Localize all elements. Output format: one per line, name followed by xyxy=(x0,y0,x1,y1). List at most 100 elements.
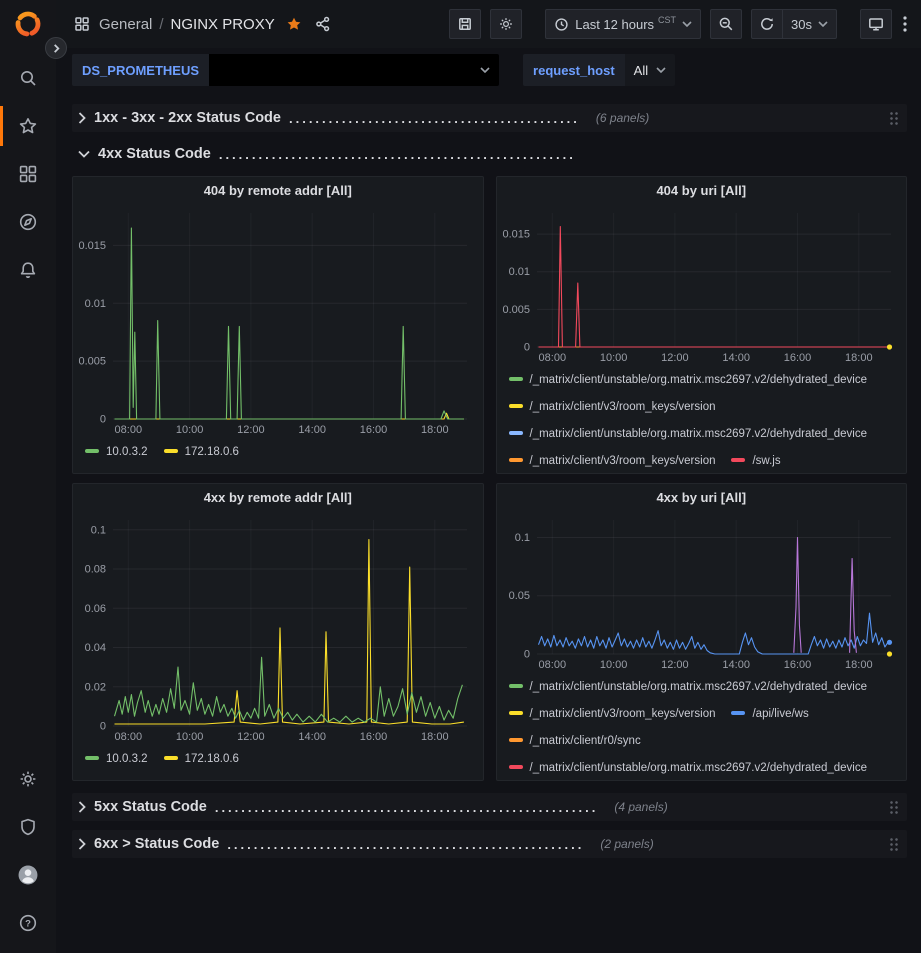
panel-legend: /_matrix/client/unstable/org.matrix.msc2… xyxy=(497,365,907,473)
timezone-label: CST xyxy=(658,15,676,25)
svg-text:0.015: 0.015 xyxy=(502,229,530,241)
legend-swatch xyxy=(731,458,745,462)
save-dashboard-button[interactable] xyxy=(449,9,481,39)
tv-view-button[interactable] xyxy=(860,9,892,39)
kebab-menu-icon[interactable] xyxy=(901,14,909,34)
svg-text:14:00: 14:00 xyxy=(298,424,326,436)
legend-item[interactable]: /_matrix/client/v3/room_keys/version xyxy=(509,394,716,421)
timeseries-plot[interactable]: 08:0010:0012:0014:0016:0018:0000.050.1 xyxy=(497,510,907,672)
row-status-4xx[interactable]: 4xx Status Code ........................… xyxy=(72,140,907,168)
dashboard-settings-button[interactable] xyxy=(490,9,522,39)
legend-item[interactable]: /sw.js xyxy=(731,448,780,473)
timeseries-chart[interactable]: 08:0010:0012:0014:0016:0018:0000.020.040… xyxy=(73,510,483,744)
svg-text:16:00: 16:00 xyxy=(783,352,811,364)
row-title: 5xx Status Code xyxy=(94,799,207,815)
timeseries-chart[interactable]: 08:0010:0012:0014:0016:0018:0000.0050.01… xyxy=(73,203,483,437)
row-status-1xx-3xx-2xx[interactable]: 1xx - 3xx - 2xx Status Code ............… xyxy=(72,104,907,132)
row-status-5xx[interactable]: 5xx Status Code ........................… xyxy=(72,793,907,821)
legend-item[interactable]: 10.0.3.2 xyxy=(85,746,148,773)
legend-swatch xyxy=(509,738,523,742)
sidebar: ? xyxy=(0,0,56,953)
row-drag-handle[interactable] xyxy=(889,837,899,852)
row-status-6xx[interactable]: 6xx > Status Code ......................… xyxy=(72,830,907,858)
panel-title[interactable]: 4xx by remote addr [All] xyxy=(73,484,483,510)
panel-title[interactable]: 404 by uri [All] xyxy=(497,177,907,203)
legend-item[interactable]: /_matrix/client/unstable/org.matrix.msc2… xyxy=(509,755,868,780)
svg-text:10:00: 10:00 xyxy=(599,352,627,364)
favorite-star-icon[interactable] xyxy=(284,14,304,34)
legend-item[interactable]: /_matrix/client/unstable/org.matrix.msc2… xyxy=(509,674,868,701)
search-icon[interactable] xyxy=(0,58,56,98)
svg-text:0: 0 xyxy=(523,342,529,354)
svg-text:0.005: 0.005 xyxy=(502,304,530,316)
help-icon[interactable]: ? xyxy=(0,903,56,943)
row-drag-handle[interactable] xyxy=(889,800,899,815)
refresh-button[interactable] xyxy=(751,9,783,39)
svg-text:08:00: 08:00 xyxy=(115,731,143,743)
datasource-select[interactable] xyxy=(209,54,499,86)
legend-swatch xyxy=(509,684,523,688)
explore-compass-icon[interactable] xyxy=(0,202,56,242)
configuration-gear-icon[interactable] xyxy=(0,759,56,799)
legend-item[interactable]: 172.18.0.6 xyxy=(164,439,239,466)
legend-item[interactable]: 10.0.3.2 xyxy=(85,439,148,466)
dashboards-icon[interactable] xyxy=(0,154,56,194)
favorites-icon[interactable] xyxy=(0,106,56,146)
svg-text:16:00: 16:00 xyxy=(783,659,811,671)
svg-text:0.06: 0.06 xyxy=(85,603,106,615)
chevron-down-icon xyxy=(78,150,90,158)
timeseries-chart[interactable]: 08:0010:0012:0014:0016:0018:0000.0050.01… xyxy=(497,203,907,365)
legend-swatch xyxy=(85,756,99,760)
svg-text:10:00: 10:00 xyxy=(176,424,204,436)
timeseries-chart[interactable]: 08:0010:0012:0014:0016:0018:0000.050.1 xyxy=(497,510,907,672)
svg-text:12:00: 12:00 xyxy=(661,352,689,364)
panel-404-by-uri: 404 by uri [All] 08:0010:0012:0014:0016:… xyxy=(496,176,908,474)
legend-item[interactable]: /_matrix/client/v3/room_keys/version xyxy=(509,701,716,728)
share-icon[interactable] xyxy=(313,14,333,34)
user-avatar[interactable] xyxy=(0,855,56,895)
timeseries-plot[interactable]: 08:0010:0012:0014:0016:0018:0000.020.040… xyxy=(73,510,483,744)
svg-text:12:00: 12:00 xyxy=(237,424,265,436)
svg-text:0: 0 xyxy=(100,414,106,426)
sidebar-expand-button[interactable] xyxy=(45,37,67,59)
server-admin-shield-icon[interactable] xyxy=(0,807,56,847)
chevron-down-icon xyxy=(682,21,692,27)
svg-text:18:00: 18:00 xyxy=(421,731,449,743)
time-range-picker[interactable]: Last 12 hours CST xyxy=(545,9,701,39)
legend-swatch xyxy=(509,458,523,462)
dashboard-title: NGINX PROXY xyxy=(171,16,275,33)
row-panel-count: (2 panels) xyxy=(600,837,653,851)
refresh-interval-picker[interactable]: 30s xyxy=(782,9,837,39)
svg-text:0: 0 xyxy=(523,649,529,661)
alerting-bell-icon[interactable] xyxy=(0,250,56,290)
svg-text:0.05: 0.05 xyxy=(508,590,529,602)
panel-title[interactable]: 4xx by uri [All] xyxy=(497,484,907,510)
timeseries-plot[interactable]: 08:0010:0012:0014:0016:0018:0000.0050.01… xyxy=(497,203,907,365)
svg-text:16:00: 16:00 xyxy=(360,731,388,743)
legend-item[interactable]: 172.18.0.6 xyxy=(164,746,239,773)
timeseries-plot[interactable]: 08:0010:0012:0014:0016:0018:0000.0050.01… xyxy=(73,203,483,437)
svg-text:18:00: 18:00 xyxy=(845,352,873,364)
svg-text:?: ? xyxy=(25,918,31,929)
panel-title[interactable]: 404 by remote addr [All] xyxy=(73,177,483,203)
breadcrumb-separator: / xyxy=(159,16,163,33)
zoom-out-button[interactable] xyxy=(710,9,742,39)
svg-text:14:00: 14:00 xyxy=(722,659,750,671)
request-host-variable-label: request_host xyxy=(523,54,625,86)
row-dots: ........................................… xyxy=(289,111,580,126)
breadcrumb-section[interactable]: General xyxy=(99,16,152,33)
panels-grid: 404 by remote addr [All] 08:00 10:00 12:00… xyxy=(72,176,907,781)
legend-item[interactable]: /_matrix/client/unstable/org.matrix.msc2… xyxy=(509,367,868,394)
chevron-right-icon xyxy=(78,112,86,124)
request-host-select[interactable]: All xyxy=(625,54,675,86)
request-host-value: All xyxy=(634,63,648,78)
refresh-interval-label: 30s xyxy=(791,17,812,32)
svg-text:08:00: 08:00 xyxy=(538,659,566,671)
row-title: 6xx > Status Code xyxy=(94,836,219,852)
legend-item[interactable]: /_matrix/client/v3/room_keys/version xyxy=(509,448,716,473)
legend-item[interactable]: /_matrix/client/r0/sync xyxy=(509,728,641,755)
legend-item[interactable]: /api/live/ws xyxy=(731,701,808,728)
svg-text:10:00: 10:00 xyxy=(176,731,204,743)
legend-item[interactable]: /_matrix/client/unstable/org.matrix.msc2… xyxy=(509,421,868,448)
row-drag-handle[interactable] xyxy=(889,111,899,126)
